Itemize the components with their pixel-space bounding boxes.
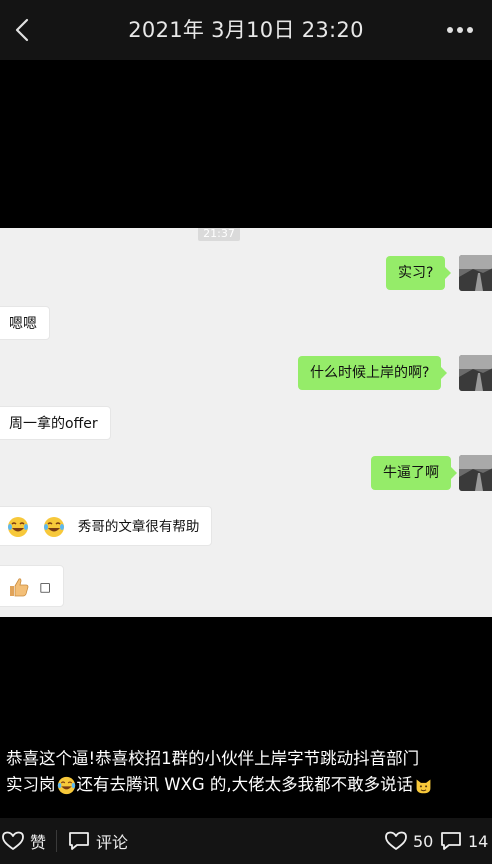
thumbs-up-emoji (10, 578, 29, 597)
top-bar: 2021年 3月10日 23:20 (0, 0, 492, 60)
chat-bubble-incoming: 周一拿的offer (0, 406, 111, 440)
comment-button[interactable]: 评论 (68, 818, 128, 864)
laugh-cry-emoji (44, 517, 65, 537)
divider (56, 830, 57, 852)
chat-screenshot[interactable]: 21:37 实习? 嗯嗯 什么时候上岸的啊? 周一拿的offer 牛逼了啊 秀哥… (0, 228, 492, 617)
laugh-cry-emoji (8, 517, 28, 537)
cat-emoji (416, 779, 431, 794)
chat-bubble-outgoing: 牛逼了啊 (371, 456, 457, 490)
page-title: 2021年 3月10日 23:20 (128, 18, 364, 42)
laugh-cry-emoji (57, 776, 75, 795)
chat-bubble-outgoing: 实习? (386, 256, 452, 290)
comment-icon (69, 832, 89, 850)
chat-bubble-text: 牛逼了啊 (383, 465, 439, 481)
chat-bubble-text: 什么时候上岸的啊? (310, 365, 430, 381)
heart-icon (385, 831, 407, 850)
caption-line-1: 恭喜这个逼!恭喜校招1群的小伙伴上岸字节跳动抖音部门 (6, 749, 420, 768)
avatar (459, 355, 492, 391)
chat-bubble-outgoing: 什么时候上岸的啊? (298, 356, 448, 390)
caption-text: 还有去腾讯 WXG 的,大佬太多我都不敢多说话 (76, 775, 414, 794)
comment-icon (441, 832, 461, 850)
post-caption: 恭喜这个逼!恭喜校招1群的小伙伴上岸字节跳动抖音部门 实习岗 还有去腾讯 WXG… (6, 746, 488, 798)
comment-count: 14 (468, 831, 489, 851)
chat-bubble-text: □ (39, 580, 51, 594)
chat-bubble-text: 周一拿的offer (9, 416, 98, 432)
more-dots-icon (447, 27, 473, 33)
chat-bubble-text: 秀哥的文章很有帮助 (77, 519, 200, 535)
avatar (459, 455, 492, 491)
chat-bubble-incoming: □ (0, 565, 64, 607)
comment-label: 评论 (96, 833, 129, 852)
comment-count-button[interactable]: 14 (440, 818, 488, 864)
like-count-button[interactable]: 50 (385, 818, 433, 864)
like-count: 50 (413, 831, 434, 851)
bottom-action-bar: 赞 评论 50 14 (0, 818, 492, 864)
avatar (459, 255, 492, 291)
chat-bubble-text: 实习? (398, 265, 434, 281)
heart-icon (2, 831, 24, 850)
chat-timestamp: 21:37 (198, 228, 240, 241)
like-button[interactable]: 赞 (2, 818, 46, 864)
chat-bubble-incoming: 嗯嗯 (0, 306, 50, 340)
more-button[interactable] (440, 14, 480, 46)
caption-line-2: 实习岗 还有去腾讯 WXG 的,大佬太多我都不敢多说话 (6, 772, 488, 798)
chat-bubble-incoming: 秀哥的文章很有帮助 (0, 506, 213, 546)
chat-bubble-text: 嗯嗯 (9, 316, 37, 332)
caption-text: 实习岗 (6, 775, 56, 794)
like-label: 赞 (30, 833, 47, 852)
